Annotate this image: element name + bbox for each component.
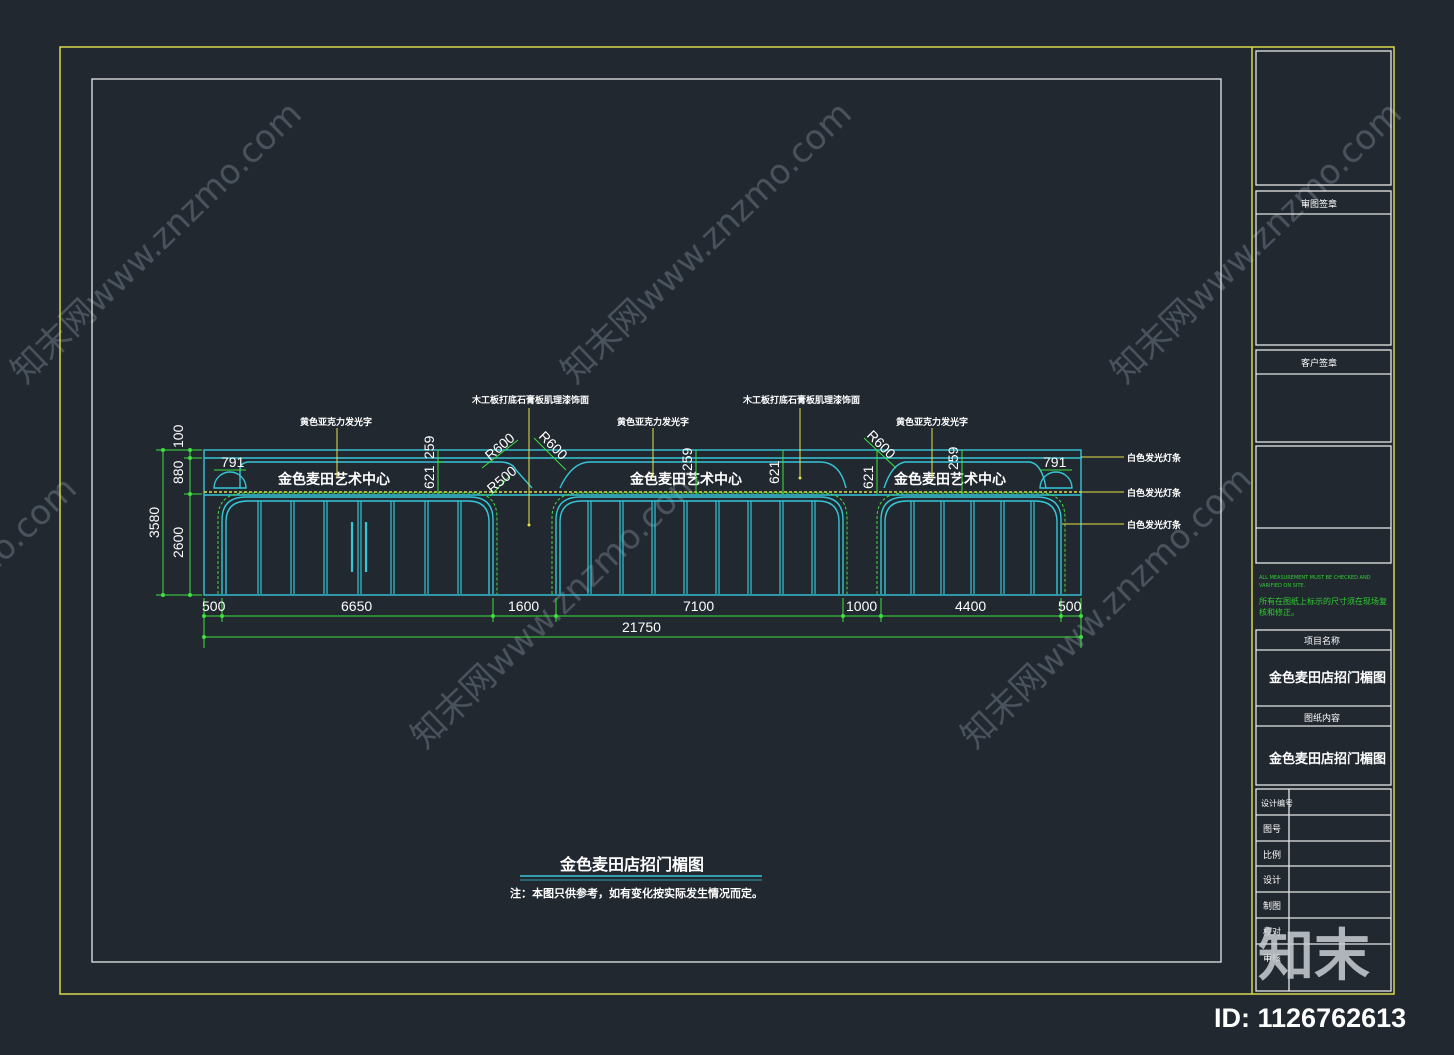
watermark-text: 知末网www.znzmo.com — [953, 459, 1259, 757]
client-stamp-label: 客户签章 — [1301, 357, 1337, 369]
dim-2600: 2600 — [170, 527, 186, 558]
sign-text-right: 金色麦田艺术中心 — [893, 471, 1006, 488]
dim-259-b: 259 — [679, 447, 695, 471]
dim-880: 880 — [170, 460, 186, 484]
notice-cn-2: 核和修正。 — [1259, 607, 1299, 617]
row-drawing-number: 图号 — [1263, 824, 1281, 835]
dim-621-c: 621 — [860, 465, 876, 489]
watermark-text: 知末网www.znzmo.com — [3, 94, 309, 392]
dim-500-right: 500 — [1058, 598, 1082, 614]
sign-text-left: 金色麦田艺术中心 — [277, 471, 390, 488]
label-yellow-acrylic-left: 黄色亚克力发光字 — [300, 416, 372, 428]
end-arc-left — [213, 471, 247, 489]
row-design: 设计 — [1263, 874, 1281, 886]
dim-791-right: 791 — [1043, 454, 1067, 470]
notice-en-1: ALL MEASUREMENT MUST BE CHECKED AND — [1259, 575, 1371, 581]
watermark-layer: 知末网www.znzmo.com 知末网www.znzmo.com 知末网www… — [0, 94, 1410, 767]
logo-watermark: 知末 — [1258, 924, 1370, 989]
row-scale: 比例 — [1263, 849, 1281, 861]
drawing-content: 金色麦田店招门楣图 — [1268, 751, 1386, 767]
label-light-strip-1: 白色发光灯条 — [1127, 452, 1182, 464]
project-name-label: 项目名称 — [1304, 635, 1340, 647]
label-light-strip-2: 白色发光灯条 — [1127, 487, 1182, 499]
dim-4400: 4400 — [955, 598, 986, 614]
dim-1600: 1600 — [508, 598, 539, 614]
dim-100: 100 — [170, 424, 186, 448]
dim-621-b: 621 — [766, 460, 782, 484]
dim-500-left: 500 — [202, 598, 226, 614]
watermark-text: 知末网www.znzmo.com — [553, 94, 859, 392]
title-block-texts: 审图签章 客户签章 ALL MEASUREMENT MUST BE CHECKE… — [1259, 198, 1387, 964]
label-wood-board-right: 木工板打底石膏板肌理漆饰面 — [742, 394, 860, 406]
review-stamp-label: 审图签章 — [1301, 198, 1337, 210]
row-draft: 制图 — [1263, 900, 1281, 912]
dim-259-c: 259 — [945, 446, 961, 470]
dim-1000: 1000 — [846, 598, 877, 614]
notice-en-2: VARIFIED ON SITE. — [1259, 583, 1306, 589]
dim-3580: 3580 — [146, 507, 162, 538]
label-yellow-acrylic-mid: 黄色亚克力发光字 — [617, 416, 689, 428]
label-light-strip-3: 白色发光灯条 — [1127, 519, 1182, 531]
dim-7100: 7100 — [683, 598, 714, 614]
sign-texts: 金色麦田艺术中心 金色麦田艺术中心 金色麦田艺术中心 — [277, 471, 1006, 488]
dim-621-a: 621 — [421, 465, 437, 489]
leader-lines — [336, 408, 1124, 525]
drawing-title: 金色麦田店招门楣图 — [559, 855, 704, 874]
dim-6650: 6650 — [341, 598, 372, 614]
project-name: 金色麦田店招门楣图 — [1268, 670, 1386, 686]
dim-259-a: 259 — [421, 435, 437, 459]
watermark-text: 知末网www.znzmo.com — [403, 459, 709, 757]
dim-total: 21750 — [622, 619, 661, 635]
drawing-content-label: 图纸内容 — [1304, 712, 1340, 724]
notice-cn-1: 所有在图纸上标示的尺寸须在现场复 — [1259, 596, 1387, 606]
sign-text-mid: 金色麦田艺术中心 — [629, 471, 742, 488]
watermark-text: 知末网www.znzmo.com — [0, 469, 85, 767]
row-design-number: 设计编号 — [1261, 798, 1293, 808]
image-id: ID: 1126762613 — [1214, 1003, 1406, 1033]
label-wood-board-left: 木工板打底石膏板肌理漆饰面 — [471, 394, 589, 406]
label-yellow-acrylic-right: 黄色亚克力发光字 — [896, 416, 968, 428]
drawing-note: 注：本图只供参考，如有变化按实际发生情况而定。 — [510, 886, 763, 900]
dim-r600-c: R600 — [864, 427, 899, 462]
dim-791-left: 791 — [221, 454, 245, 470]
cad-drawing: 知末网www.znzmo.com 知末网www.znzmo.com 知末网www… — [0, 46, 1410, 1033]
